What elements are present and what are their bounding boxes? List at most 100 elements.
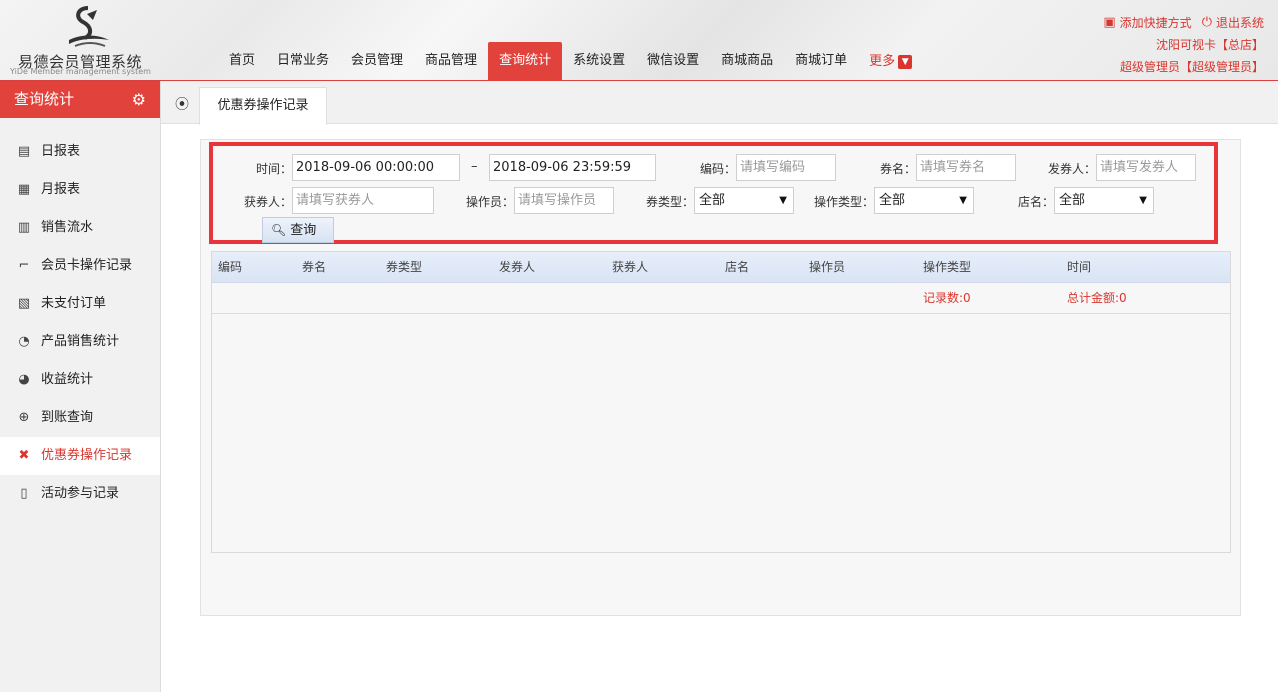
sidebar-item-revenue[interactable]: ◕ 收益统计 (0, 361, 160, 399)
dropdown-arrow-icon: ▼ (1139, 195, 1147, 206)
power-icon: ⏻ (1201, 15, 1212, 30)
bar-chart-icon: ▥ (17, 220, 31, 235)
sidebar-item-label: 月报表 (41, 182, 81, 197)
receiver-input[interactable] (292, 187, 434, 214)
map-book-icon: ▯ (20, 486, 28, 501)
nav-query-statistics[interactable]: 查询统计 (488, 42, 563, 81)
crosshair-icon: ⊕ (18, 410, 30, 425)
search-icon: 🔍︎ (271, 223, 287, 237)
nav-mall-orders[interactable]: 商城订单 (784, 42, 858, 81)
column-store[interactable]: 店名 (725, 252, 749, 283)
operation-type-select[interactable]: 全部 ▼ (874, 187, 974, 214)
operator-input[interactable] (514, 187, 614, 214)
pie-chart-icon: ◔ (18, 334, 30, 349)
calendar-icon: ▤ (17, 144, 31, 159)
coupon-icon: ✖ (18, 448, 30, 463)
monitor-icon: ▣ (1103, 15, 1116, 30)
user-panel: ▣ 添加快捷方式 ⏻ 退出系统 沈阳可视卡【总店】 超级管理员【超级管理员】 (1103, 12, 1264, 78)
sidebar-item-product-sales[interactable]: ◔ 产品销售统计 (0, 323, 160, 361)
nav-product-management[interactable]: 商品管理 (414, 42, 488, 81)
time-label: 时间： (256, 162, 293, 176)
operation-type-label: 操作类型： (814, 195, 875, 209)
sidebar-item-label: 收益统计 (41, 372, 94, 387)
sidebar: 查询统计 ⚙ ▤ 日报表 ▦ 月报表 ▥ 销售流水 ⌐ 会员卡操作记录 ▧ 未支… (0, 81, 161, 692)
sidebar-title: 查询统计 (14, 90, 75, 108)
column-issuer[interactable]: 发券人 (499, 252, 535, 283)
receiver-label: 获券人： (244, 195, 293, 209)
store-name: 沈阳可视卡【总店】 (1155, 38, 1264, 52)
sidebar-header: 查询统计 ⚙ (0, 81, 160, 118)
column-time[interactable]: 时间 (1067, 252, 1091, 283)
column-operator[interactable]: 操作员 (809, 252, 845, 283)
code-input[interactable] (736, 154, 836, 181)
nav-wechat-settings[interactable]: 微信设置 (636, 42, 710, 81)
nav-member-management[interactable]: 会员管理 (340, 42, 414, 81)
logout-link[interactable]: 退出系统 (1216, 12, 1264, 34)
issuer-label: 发券人： (1048, 162, 1097, 176)
store-select[interactable]: 全部 ▼ (1054, 187, 1154, 214)
gear-icon[interactable]: ⚙ (132, 81, 146, 118)
column-coupon-type[interactable]: 券类型 (386, 252, 422, 283)
calendar-month-icon: ▦ (17, 182, 31, 197)
query-button[interactable]: 🔍︎ 查询 (262, 217, 334, 243)
sidebar-item-label: 会员卡操作记录 (41, 258, 133, 273)
logo[interactable]: 易德会员管理系统 YiDe Member management system (8, 4, 158, 76)
query-button-label: 查询 (290, 223, 317, 238)
logo-subtitle: YiDe Member management system (10, 67, 151, 76)
sidebar-item-label: 优惠券操作记录 (41, 448, 133, 463)
sidebar-item-label: 日报表 (41, 144, 81, 159)
sidebar-menu: ▤ 日报表 ▦ 月报表 ▥ 销售流水 ⌐ 会员卡操作记录 ▧ 未支付订单 ◔ 产… (0, 133, 160, 513)
filter-form: 时间： – 编码： 券名： 发券人： 获券人： 操作员： 券类型： 全部 ▼ 操… (209, 142, 1218, 244)
nav-system-settings[interactable]: 系统设置 (562, 42, 636, 81)
coupon-name-input[interactable] (916, 154, 1016, 181)
total-amount: 总计金额:0 (1067, 291, 1127, 305)
sidebar-item-coupon-records[interactable]: ✖ 优惠券操作记录 (0, 437, 160, 475)
dropdown-arrow-icon: ▼ (779, 195, 787, 206)
operator-label: 操作员： (466, 195, 515, 209)
crop-icon: ⌐ (18, 258, 30, 273)
coupon-type-label: 券类型： (646, 195, 695, 209)
coupon-type-value: 全部 (699, 193, 726, 208)
sidebar-item-unpaid-orders[interactable]: ▧ 未支付订单 (0, 285, 160, 323)
column-code[interactable]: 编码 (218, 252, 242, 283)
column-receiver[interactable]: 获券人 (612, 252, 648, 283)
nav-more[interactable]: 更多 ▼ (858, 42, 923, 81)
table-header: 编码 券名 券类型 发券人 获券人 店名 操作员 操作类型 时间 (212, 252, 1230, 283)
receipt-icon: ▧ (17, 296, 31, 311)
dropdown-arrow-icon: ▼ (959, 195, 967, 206)
record-count: 记录数:0 (923, 291, 971, 305)
chevron-down-icon: ▼ (898, 54, 913, 69)
time-range-dash: – (471, 159, 478, 174)
sidebar-item-label: 活动参与记录 (41, 486, 120, 501)
column-operation-type[interactable]: 操作类型 (923, 252, 971, 283)
start-time-input[interactable] (292, 154, 460, 181)
logo-mark-icon (69, 6, 109, 47)
sidebar-item-monthly-report[interactable]: ▦ 月报表 (0, 171, 160, 209)
sidebar-item-sales-flow[interactable]: ▥ 销售流水 (0, 209, 160, 247)
sidebar-item-daily-report[interactable]: ▤ 日报表 (0, 133, 160, 171)
half-circle-icon: ◕ (18, 372, 30, 387)
add-shortcut-link[interactable]: 添加快捷方式 (1120, 12, 1192, 34)
nav-home[interactable]: 首页 (218, 42, 266, 81)
sidebar-item-arrival-query[interactable]: ⊕ 到账查询 (0, 399, 160, 437)
issuer-input[interactable] (1096, 154, 1196, 181)
coupon-type-select[interactable]: 全部 ▼ (694, 187, 794, 214)
column-coupon-name[interactable]: 券名 (302, 252, 326, 283)
nav-mall-products[interactable]: 商城商品 (710, 42, 784, 81)
main-nav: 首页 日常业务 会员管理 商品管理 查询统计 系统设置 微信设置 商城商品 商城… (218, 42, 923, 81)
store-label: 店名： (1018, 195, 1055, 209)
summary-row: 记录数:0 总计金额:0 (212, 283, 1230, 314)
end-time-input[interactable] (489, 154, 656, 181)
sidebar-item-label: 到账查询 (41, 410, 94, 425)
main-panel: 时间： – 编码： 券名： 发券人： 获券人： 操作员： 券类型： 全部 ▼ 操… (200, 139, 1241, 616)
header: 易德会员管理系统 YiDe Member management system 首… (0, 0, 1278, 81)
sidebar-item-card-operations[interactable]: ⌐ 会员卡操作记录 (0, 247, 160, 285)
nav-daily-business[interactable]: 日常业务 (266, 42, 340, 81)
tab-bar: ⦿ 优惠券操作记录 (161, 81, 1278, 125)
location-pin-icon: ⦿ (175, 97, 189, 113)
operation-type-value: 全部 (879, 193, 906, 208)
sidebar-item-label: 产品销售统计 (41, 334, 120, 349)
tab-coupon-records[interactable]: 优惠券操作记录 (199, 87, 327, 125)
sidebar-item-activity-records[interactable]: ▯ 活动参与记录 (0, 475, 160, 513)
sidebar-item-label: 未支付订单 (41, 296, 107, 311)
